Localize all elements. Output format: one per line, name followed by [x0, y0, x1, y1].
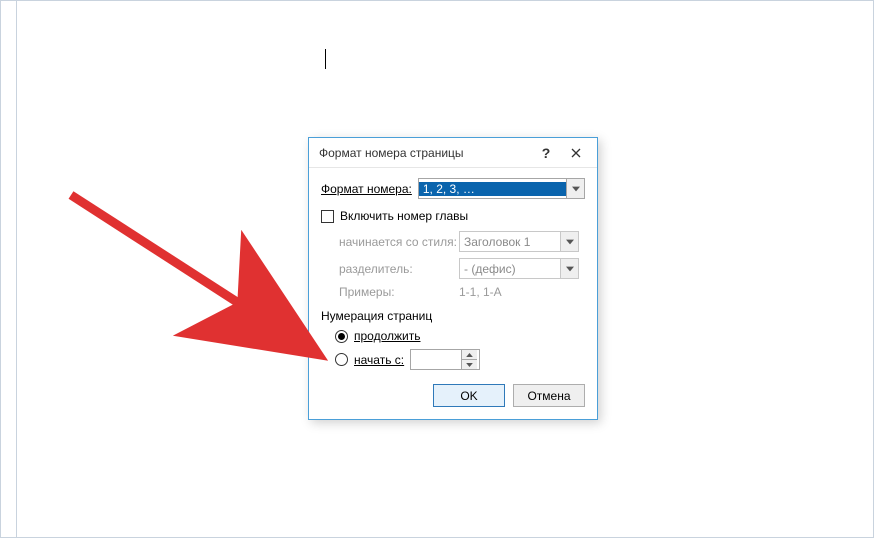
chevron-down-icon: [466, 363, 473, 367]
spinner-up[interactable]: [462, 350, 477, 360]
chapter-style-combo: Заголовок 1: [459, 231, 579, 252]
numbering-group-title: Нумерация страниц: [321, 309, 585, 323]
separator-label: разделитель:: [339, 262, 459, 276]
continue-label: продолжить: [354, 329, 420, 343]
number-format-value: 1, 2, 3, …: [419, 182, 566, 196]
include-chapter-checkbox[interactable]: [321, 210, 334, 223]
chapter-style-value: Заголовок 1: [460, 235, 560, 249]
close-icon: [571, 148, 581, 158]
include-chapter-row[interactable]: Включить номер главы: [321, 209, 585, 223]
chevron-down-icon: [566, 239, 574, 245]
spinner-buttons: [461, 350, 477, 369]
dialog-actions: OK Отмена: [321, 384, 585, 407]
dialog-titlebar: Формат номера страницы ?: [309, 138, 597, 168]
chapter-style-label: начинается со стиля:: [339, 235, 459, 249]
start-at-label: начать с:: [354, 353, 404, 367]
number-format-combo[interactable]: 1, 2, 3, …: [418, 178, 585, 199]
start-at-radio[interactable]: [335, 353, 348, 366]
page-number-format-dialog: Формат номера страницы ? Формат номера: …: [308, 137, 598, 420]
chevron-down-icon: [572, 186, 580, 192]
separator-value: - (дефис): [460, 262, 560, 276]
spinner-down[interactable]: [462, 360, 477, 369]
chapter-style-row: начинается со стиля: Заголовок 1: [339, 231, 585, 252]
include-chapter-label: Включить номер главы: [340, 209, 468, 223]
start-at-radio-row[interactable]: начать с:: [335, 349, 585, 370]
chevron-up-icon: [466, 353, 473, 357]
examples-row: Примеры: 1-1, 1-A: [339, 285, 585, 299]
separator-combo: - (дефис): [459, 258, 579, 279]
text-cursor: [325, 49, 326, 69]
dialog-title: Формат номера страницы: [319, 146, 531, 160]
separator-row: разделитель: - (дефис): [339, 258, 585, 279]
chevron-down-icon: [566, 266, 574, 272]
continue-radio[interactable]: [335, 330, 348, 343]
separator-dropdown-button: [560, 259, 578, 278]
start-at-spinner[interactable]: [410, 349, 480, 370]
ok-button[interactable]: OK: [433, 384, 505, 407]
cancel-button[interactable]: Отмена: [513, 384, 585, 407]
examples-value: 1-1, 1-A: [459, 285, 579, 299]
number-format-dropdown-button[interactable]: [566, 179, 584, 198]
number-format-label: Формат номера:: [321, 182, 412, 196]
start-at-input[interactable]: [411, 350, 461, 369]
examples-label: Примеры:: [339, 285, 459, 299]
continue-radio-row[interactable]: продолжить: [335, 329, 585, 343]
dialog-body: Формат номера: 1, 2, 3, … Включить номер…: [309, 168, 597, 419]
close-button[interactable]: [561, 141, 591, 165]
chapter-style-dropdown-button: [560, 232, 578, 251]
number-format-row: Формат номера: 1, 2, 3, …: [321, 178, 585, 199]
help-button[interactable]: ?: [531, 141, 561, 165]
